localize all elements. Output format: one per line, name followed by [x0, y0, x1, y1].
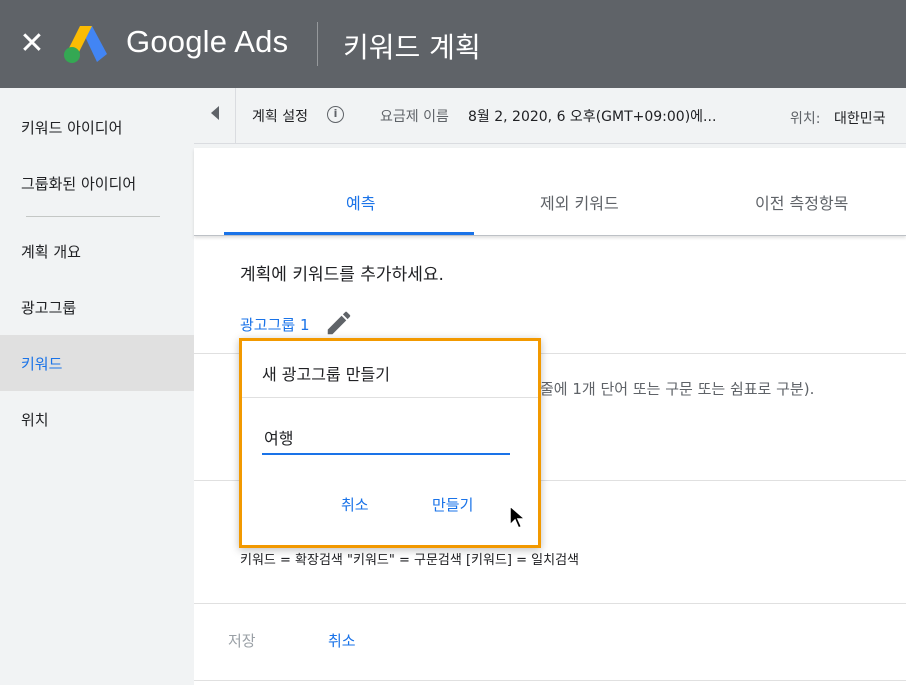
- sidebar-item-keywords[interactable]: 키워드: [0, 335, 194, 391]
- dialog-create-button[interactable]: 만들기: [432, 494, 473, 515]
- plan-name-value[interactable]: 8월 2, 2020, 6 오후(GMT+09:00)에...: [468, 106, 716, 126]
- keyword-input-hint: 줄에 1개 단어 또는 구문 또는 쉼표로 구분).: [540, 380, 815, 398]
- sidebar-item-grouped-ideas[interactable]: 그룹화된 아이디어: [0, 155, 194, 211]
- brand-name: Google Ads: [126, 24, 289, 59]
- chevron-left-icon: [210, 106, 219, 120]
- collapse-panel-button[interactable]: [194, 88, 236, 144]
- sidebar-item-keyword-ideas[interactable]: 키워드 아이디어: [0, 99, 194, 155]
- page-title: 키워드 계획: [343, 31, 481, 64]
- mouse-pointer-icon: [509, 505, 528, 529]
- divider: [194, 680, 906, 681]
- sidebar: 키워드 아이디어 그룹화된 아이디어 계획 개요 광고그룹 키워드 위치: [0, 88, 194, 685]
- sidebar-divider: [26, 216, 160, 217]
- header-divider: [317, 22, 318, 66]
- tab-bar: 예측 제외 키워드 이전 측정항목: [194, 148, 906, 236]
- dialog-title: 새 광고그룹 만들기: [262, 365, 390, 384]
- pencil-icon[interactable]: [324, 308, 354, 338]
- dialog-divider: [242, 397, 538, 398]
- close-icon[interactable]: ✕: [18, 29, 46, 59]
- location-value[interactable]: 대한민국: [834, 108, 886, 128]
- sidebar-item-plan-overview[interactable]: 계획 개요: [0, 223, 194, 279]
- plan-settings-bar: 계획 설정 i 요금제 이름 8월 2, 2020, 6 오후(GMT+09:0…: [194, 88, 906, 144]
- dialog-cancel-button[interactable]: 취소: [341, 494, 369, 515]
- match-type-legend: 키워드 = 확장검색 "키워드" = 구문검색 [키워드] = 일치검색: [240, 553, 579, 568]
- sidebar-item-locations[interactable]: 위치: [0, 391, 194, 447]
- plan-name-label: 요금제 이름: [380, 109, 449, 125]
- location-label: 위치:: [790, 111, 821, 127]
- new-adgroup-dialog: 새 광고그룹 만들기 취소 만들기: [239, 338, 541, 548]
- tab-negative-keywords[interactable]: 제외 키워드: [540, 190, 619, 214]
- info-icon[interactable]: i: [327, 106, 344, 123]
- plan-settings-label[interactable]: 계획 설정: [252, 106, 308, 126]
- top-app-bar: ✕ Google Ads 키워드 계획: [0, 0, 906, 88]
- active-tab-indicator: [224, 232, 474, 235]
- tab-forecast[interactable]: 예측: [346, 190, 375, 214]
- tab-historical-metrics[interactable]: 이전 측정항목: [755, 190, 848, 214]
- cancel-button[interactable]: 취소: [328, 630, 356, 651]
- save-button[interactable]: 저장: [228, 630, 256, 651]
- google-ads-logo: [64, 26, 107, 63]
- adgroup-name-input[interactable]: [262, 421, 510, 455]
- divider: [194, 603, 906, 604]
- adgroup-selector-link[interactable]: 광고그룹 1: [240, 314, 310, 335]
- add-keywords-heading: 계획에 키워드를 추가하세요.: [240, 265, 444, 285]
- sidebar-item-ad-groups[interactable]: 광고그룹: [0, 279, 194, 335]
